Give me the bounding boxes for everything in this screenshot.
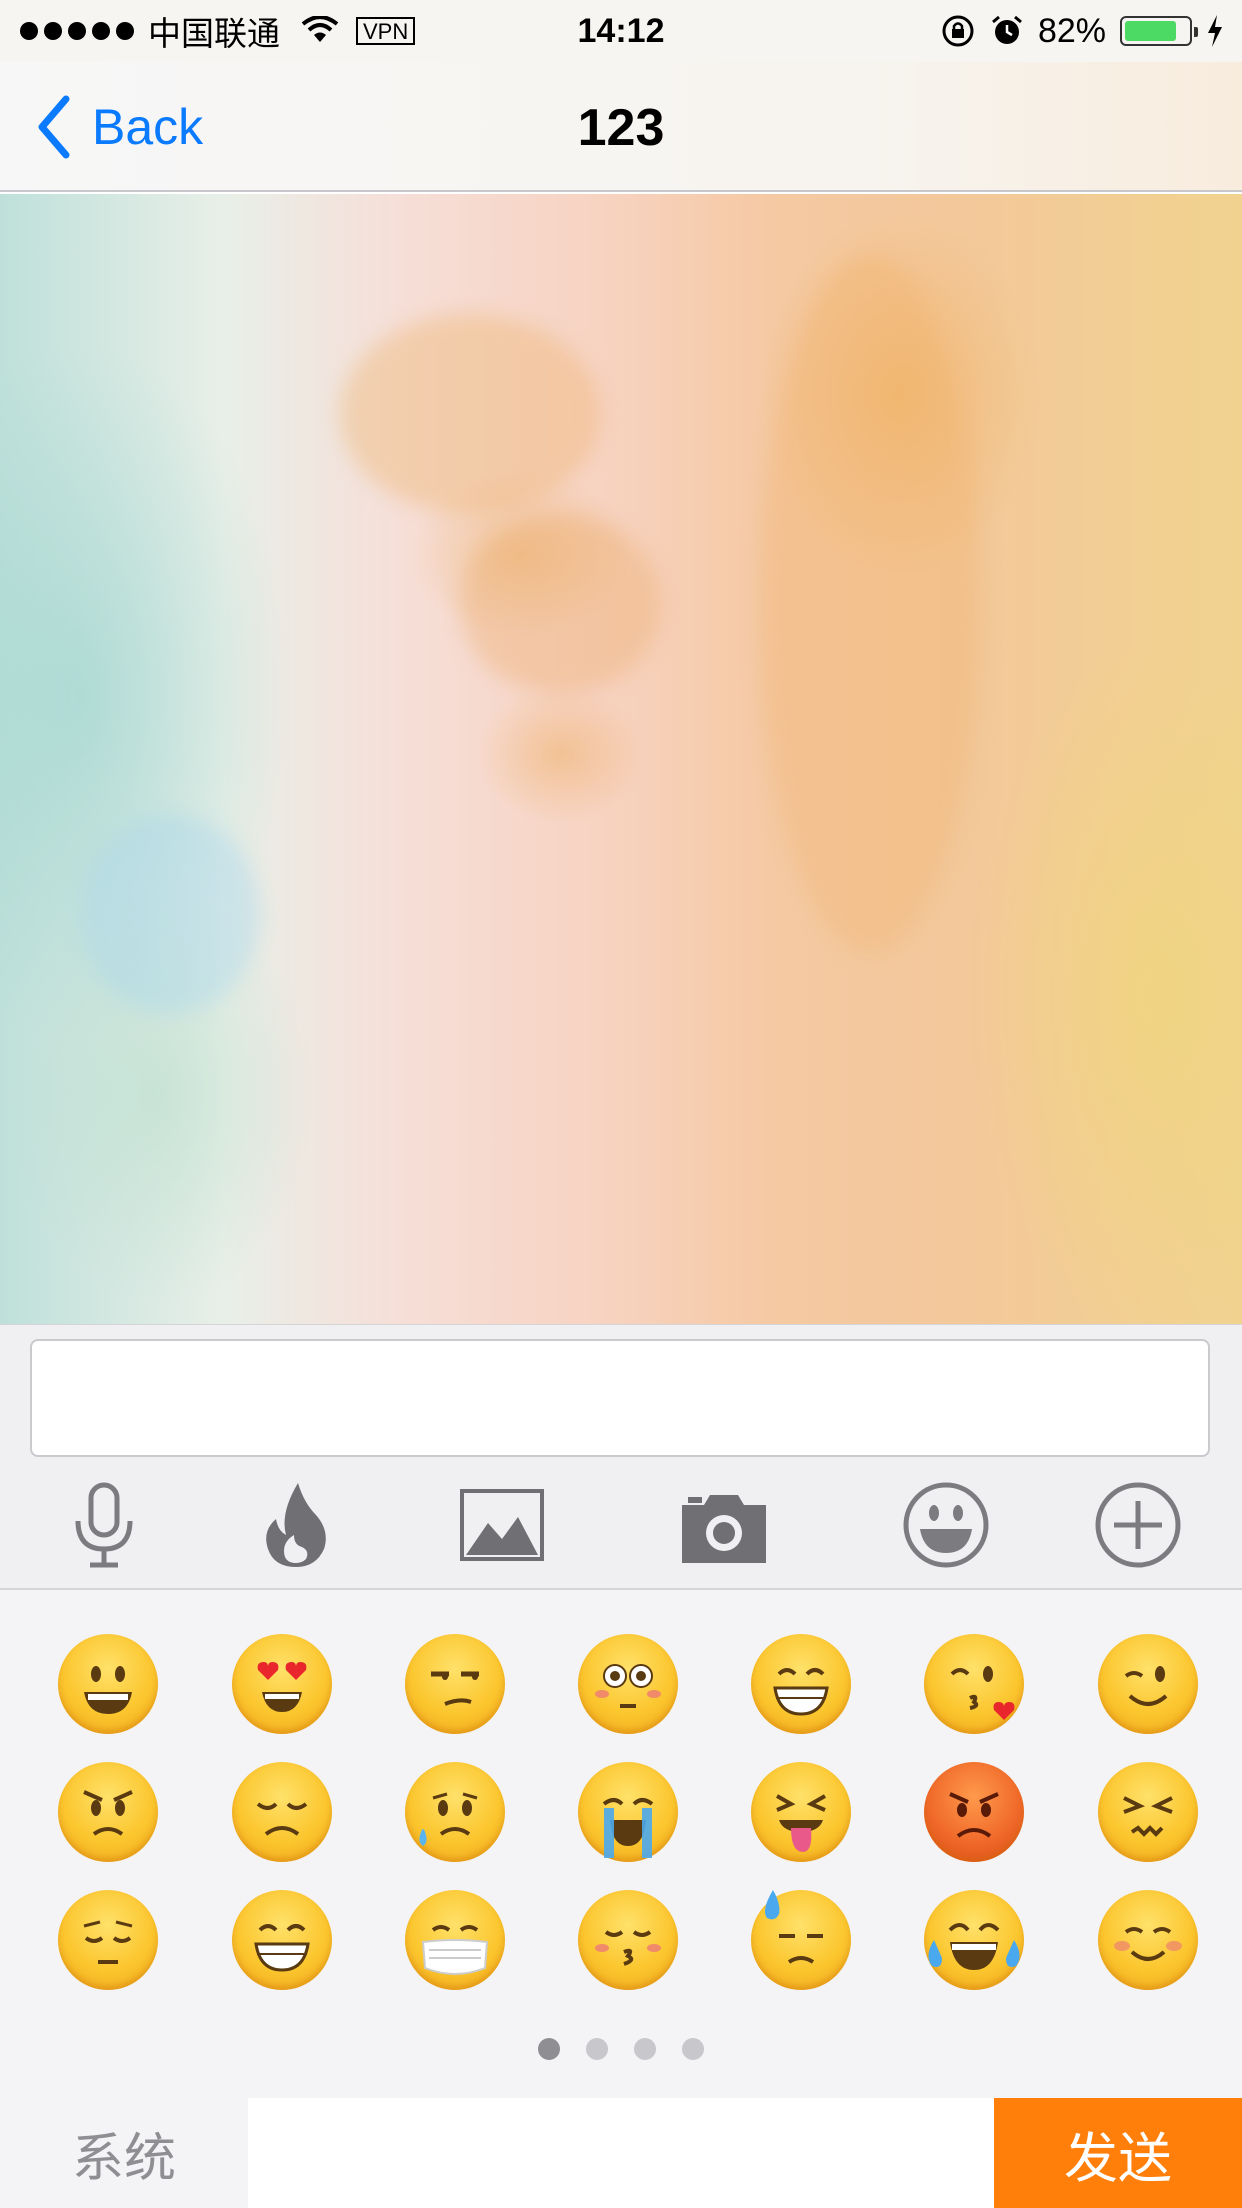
- alarm-icon: [991, 15, 1022, 44]
- battery-percent: 82%: [1037, 11, 1106, 50]
- emoji-row: [0, 1762, 1242, 1872]
- chevron-left-icon: [38, 95, 70, 159]
- fire-icon: [266, 1483, 326, 1567]
- emoji-grinning-icon[interactable]: [58, 1634, 158, 1734]
- plus-icon: [1095, 1482, 1181, 1568]
- input-panel: [0, 1324, 1242, 1590]
- emoji-row: [0, 1634, 1242, 1744]
- more-button[interactable]: [1088, 1475, 1188, 1575]
- emoji-angry-icon[interactable]: [58, 1762, 158, 1862]
- emoji-button[interactable]: [896, 1475, 996, 1575]
- emoji-kissing-closed-eyes-icon[interactable]: [578, 1890, 678, 1990]
- rotation-lock-icon: [942, 15, 974, 47]
- image-icon: [460, 1489, 544, 1561]
- signal-dots-icon: [20, 22, 134, 40]
- emoji-confounded-icon[interactable]: [1098, 1762, 1198, 1862]
- emoji-blush-icon[interactable]: [1098, 1890, 1198, 1990]
- input-toolbar: [0, 1475, 1242, 1575]
- burn-after-reading-button[interactable]: [246, 1475, 346, 1575]
- page-dot[interactable]: [538, 2038, 560, 2060]
- send-button[interactable]: 发送: [994, 2098, 1242, 2208]
- emoji-sad-sweat-icon[interactable]: [405, 1762, 505, 1862]
- emoji-pouting-red-icon[interactable]: [924, 1762, 1024, 1862]
- vpn-badge: VPN: [356, 17, 416, 45]
- system-emoji-tab[interactable]: 系统: [0, 2098, 248, 2208]
- emoji-grin-icon[interactable]: [232, 1890, 332, 1990]
- emoji-pensive-icon[interactable]: [58, 1890, 158, 1990]
- emoji-mask-icon[interactable]: [405, 1890, 505, 1990]
- status-bar: 中国联通 VPN 14:12 82%: [0, 0, 1242, 62]
- navigation-bar: Back 123: [0, 62, 1242, 192]
- chat-message-area[interactable]: [0, 194, 1242, 1324]
- status-right: 82%: [940, 0, 1224, 62]
- voice-button[interactable]: [54, 1475, 154, 1575]
- emoji-sob-icon[interactable]: [578, 1762, 678, 1862]
- emoji-disappointed-icon[interactable]: [232, 1762, 332, 1862]
- emoji-panel: [0, 1590, 1242, 2098]
- emoji-kissing-heart-icon[interactable]: [924, 1634, 1024, 1734]
- emoji-unamused-icon[interactable]: [405, 1634, 505, 1734]
- emoji-icon: [903, 1482, 989, 1568]
- page-dot[interactable]: [586, 2038, 608, 2060]
- emoji-heart-eyes-icon[interactable]: [232, 1634, 332, 1734]
- emoji-joy-icon[interactable]: [924, 1890, 1024, 1990]
- background-wash: [460, 514, 660, 694]
- camera-button[interactable]: [674, 1475, 774, 1575]
- battery-icon: [1120, 16, 1198, 46]
- page-indicator[interactable]: [0, 2038, 1242, 2060]
- camera-icon: [682, 1495, 766, 1563]
- emoji-tab-strip: [248, 2098, 994, 2208]
- background-wash: [80, 814, 260, 1014]
- page-dot[interactable]: [634, 2038, 656, 2060]
- emoji-tongue-squint-icon[interactable]: [751, 1762, 851, 1862]
- emoji-grin-icon[interactable]: [751, 1634, 851, 1734]
- page-dot[interactable]: [682, 2038, 704, 2060]
- background-wash: [760, 254, 980, 954]
- emoji-wink-icon[interactable]: [1098, 1634, 1198, 1734]
- carrier-name: 中国联通: [148, 14, 280, 53]
- photo-button[interactable]: [452, 1475, 552, 1575]
- emoji-row: [0, 1890, 1242, 2000]
- charging-icon: [1208, 15, 1222, 47]
- microphone-icon: [75, 1482, 133, 1568]
- background-wash: [340, 314, 600, 514]
- back-button[interactable]: Back: [34, 92, 203, 162]
- message-input[interactable]: [30, 1339, 1210, 1457]
- emoji-sweat-icon[interactable]: [751, 1890, 851, 1990]
- emoji-bottom-bar: 系统 发送: [0, 2098, 1242, 2208]
- back-label: Back: [92, 99, 204, 155]
- wifi-icon: [301, 16, 339, 42]
- emoji-flushed-icon[interactable]: [578, 1634, 678, 1734]
